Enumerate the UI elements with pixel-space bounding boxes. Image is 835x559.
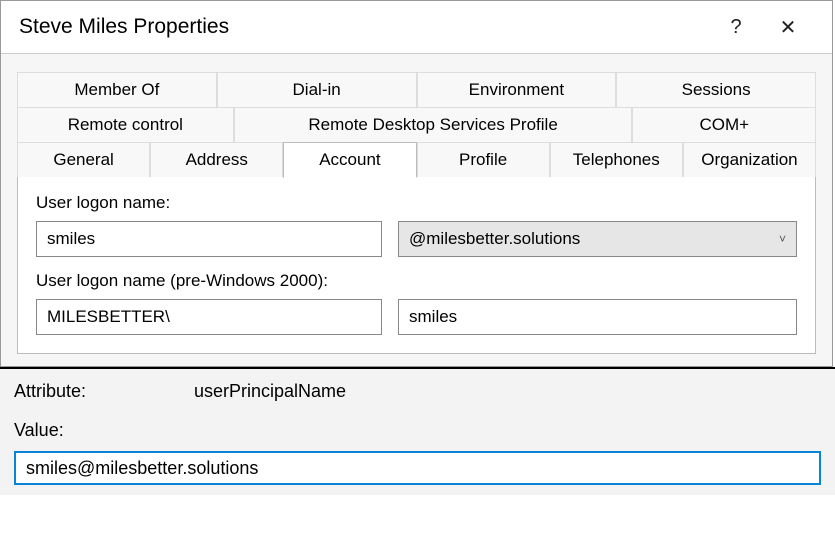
tab-environment[interactable]: Environment <box>417 72 617 107</box>
logon-name-input[interactable] <box>36 221 382 257</box>
properties-window: Steve Miles Properties ? ✕ Member Of Dia… <box>0 0 833 367</box>
tab-organization[interactable]: Organization <box>683 142 816 178</box>
tab-dial-in[interactable]: Dial-in <box>217 72 417 107</box>
domain-select-value: @milesbetter.solutions <box>409 229 779 249</box>
tab-profile[interactable]: Profile <box>417 142 550 178</box>
titlebar: Steve Miles Properties ? ✕ <box>1 1 832 54</box>
logon-name-label: User logon name: <box>36 193 797 213</box>
value-input[interactable] <box>14 451 821 485</box>
tab-address[interactable]: Address <box>150 142 283 178</box>
value-label: Value: <box>14 420 821 441</box>
chevron-down-icon: ˅ <box>779 232 786 246</box>
pre-user-input[interactable] <box>398 299 797 335</box>
attribute-label: Attribute: <box>14 381 194 402</box>
pre-domain-input[interactable] <box>36 299 382 335</box>
tab-row-2: Remote control Remote Desktop Services P… <box>17 107 816 142</box>
logon-row: @milesbetter.solutions ˅ <box>36 221 797 257</box>
attribute-row: Attribute: userPrincipalName <box>14 381 821 402</box>
tab-rds-profile[interactable]: Remote Desktop Services Profile <box>234 107 633 142</box>
help-icon: ? <box>730 16 741 39</box>
account-panel: User logon name: @milesbetter.solutions … <box>17 177 816 354</box>
tab-com-plus[interactable]: COM+ <box>632 107 816 142</box>
tabs-container: Member Of Dial-in Environment Sessions R… <box>17 72 816 354</box>
tab-telephones[interactable]: Telephones <box>550 142 683 178</box>
content-area: Member Of Dial-in Environment Sessions R… <box>1 54 832 366</box>
tab-remote-control[interactable]: Remote control <box>17 107 234 142</box>
tab-member-of[interactable]: Member Of <box>17 72 217 107</box>
close-button[interactable]: ✕ <box>762 11 814 43</box>
tab-sessions[interactable]: Sessions <box>616 72 816 107</box>
tab-row-1: Member Of Dial-in Environment Sessions <box>17 72 816 107</box>
tab-account[interactable]: Account <box>283 142 416 178</box>
window-title: Steve Miles Properties <box>19 15 710 39</box>
pre-windows-label: User logon name (pre-Windows 2000): <box>36 271 797 291</box>
tab-general[interactable]: General <box>17 142 150 178</box>
attribute-name: userPrincipalName <box>194 381 346 402</box>
attribute-panel: Attribute: userPrincipalName Value: <box>0 367 835 495</box>
pre-windows-row <box>36 299 797 335</box>
domain-select[interactable]: @milesbetter.solutions ˅ <box>398 221 797 257</box>
help-button[interactable]: ? <box>710 11 762 43</box>
close-icon: ✕ <box>780 15 797 40</box>
tab-row-3: General Address Account Profile Telephon… <box>17 142 816 178</box>
